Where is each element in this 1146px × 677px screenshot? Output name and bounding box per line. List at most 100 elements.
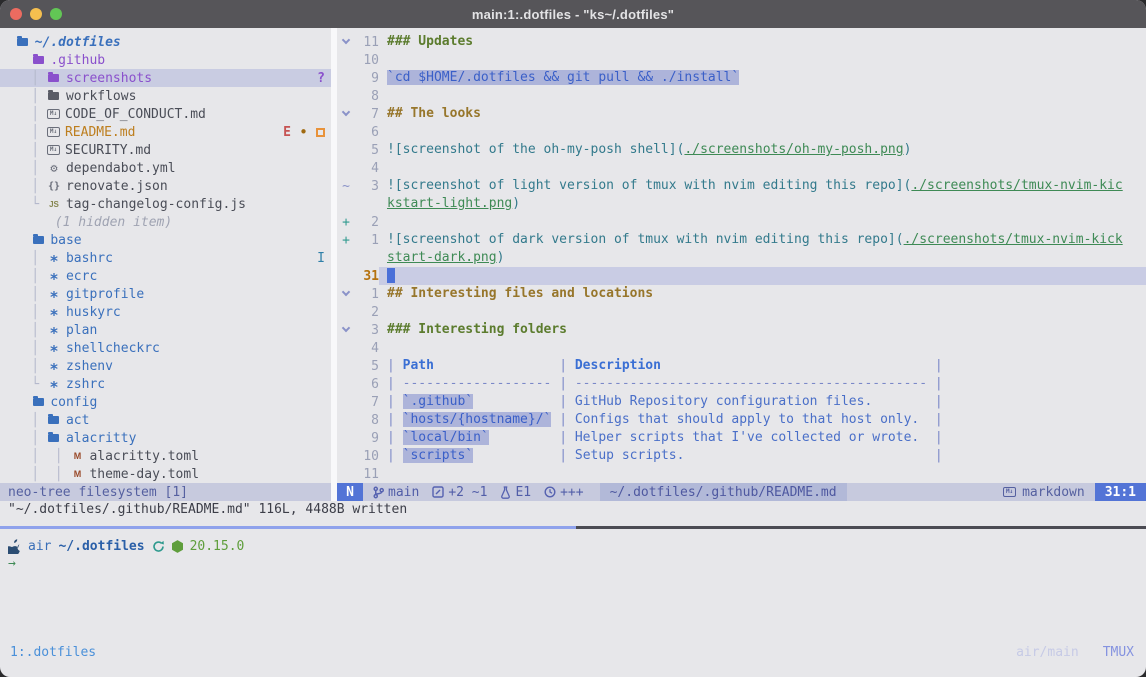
editor-line[interactable]: 3### Interesting folders: [337, 321, 1146, 339]
syntax-pipe: |: [551, 430, 574, 445]
file-edit-icon: [432, 486, 444, 498]
editor-line[interactable]: 11### Updates: [337, 33, 1146, 51]
tree-item-security-md[interactable]: │ SECURITY.md: [0, 141, 331, 159]
editor-line[interactable]: 5| Path | Description |: [337, 357, 1146, 375]
tree-item-tag-changelog-config-js[interactable]: └ tag-changelog-config.js: [0, 195, 331, 213]
tree-item-renovate-json[interactable]: │ renovate.json: [0, 177, 331, 195]
editor-line[interactable]: 9`cd $HOME/.dotfiles && git pull && ./in…: [337, 69, 1146, 87]
editor-line[interactable]: 6| ------------------- | ---------------…: [337, 375, 1146, 393]
editor-line[interactable]: 1## Interesting files and locations: [337, 285, 1146, 303]
md-icon: [47, 109, 60, 119]
line-number: 8: [353, 413, 379, 428]
editor-line[interactable]: start-dark.png): [337, 249, 1146, 267]
syntax-tcode: `scripts`: [403, 448, 473, 463]
info-mark: I: [317, 251, 325, 266]
line-text: [379, 51, 1146, 69]
tree-item-alacritty-toml[interactable]: │ │ alacritty.toml: [0, 447, 331, 465]
fold-chevron-icon[interactable]: [342, 288, 350, 296]
tree-item-workflows[interactable]: │ workflows: [0, 87, 331, 105]
tree-item-marks: I: [317, 251, 325, 266]
shell-pane[interactable]: air ~/.dotfiles 20.15.0 →: [0, 529, 1146, 638]
fold-chevron-icon[interactable]: [342, 108, 350, 116]
tree-item-bashrc[interactable]: │ bashrcI: [0, 249, 331, 267]
star-icon: [47, 288, 61, 300]
tree-item-code-of-conduct-md[interactable]: │ CODE_OF_CONDUCT.md: [0, 105, 331, 123]
tree-item-alacritty[interactable]: │ alacritty: [0, 429, 331, 447]
tree-item-theme-day-toml[interactable]: │ │ theme-day.toml: [0, 465, 331, 483]
gutter-cell: [337, 329, 353, 331]
tree-item-label: README.md: [65, 125, 135, 140]
editor-line[interactable]: ~3![screenshot of light version of tmux …: [337, 177, 1146, 195]
tree-item-act[interactable]: │ act: [0, 411, 331, 429]
editor-line[interactable]: 8: [337, 87, 1146, 105]
editor-line[interactable]: +1![screenshot of dark version of tmux w…: [337, 231, 1146, 249]
editor-line[interactable]: 2: [337, 303, 1146, 321]
star-icon: [47, 360, 61, 372]
editor-line[interactable]: +2: [337, 213, 1146, 231]
tree-guides: │: [0, 323, 47, 338]
tree-item-base[interactable]: base: [0, 231, 331, 249]
editor-line[interactable]: 10: [337, 51, 1146, 69]
editor-line[interactable]: 7## The looks: [337, 105, 1146, 123]
tree-item--1-hidden-item-[interactable]: (1 hidden item): [0, 213, 331, 231]
tree-item-zshenv[interactable]: │ zshenv: [0, 357, 331, 375]
tree-item-label: ~/.dotfiles: [35, 35, 121, 50]
editor-line[interactable]: 5![screenshot of the oh-my-posh shell](.…: [337, 141, 1146, 159]
star-icon: [47, 270, 61, 282]
tree-item-screenshots[interactable]: │ screenshots?: [0, 69, 331, 87]
tree-item-dependabot-yml[interactable]: │ dependabot.yml: [0, 159, 331, 177]
tree-guides: │: [0, 431, 47, 446]
editor-line[interactable]: 4: [337, 339, 1146, 357]
tree-item-label: (1 hidden item): [55, 215, 172, 230]
query-mark: ?: [317, 71, 325, 86]
line-text: ### Updates: [379, 33, 1146, 51]
editor-line[interactable]: 6: [337, 123, 1146, 141]
node-version: 20.15.0: [190, 539, 245, 554]
line-number: 3: [353, 179, 379, 194]
syntax-cell: GitHub Repository configuration files.: [575, 394, 872, 409]
tree-guides: [0, 215, 55, 230]
editor-line[interactable]: 9| `local/bin` | Helper scripts that I'v…: [337, 429, 1146, 447]
line-text: | Path | Description |: [379, 357, 1146, 375]
editor-line[interactable]: 11: [337, 465, 1146, 483]
tree-item-ecrc[interactable]: │ ecrc: [0, 267, 331, 285]
editor-line[interactable]: 7| `.github` | GitHub Repository configu…: [337, 393, 1146, 411]
fold-chevron-icon[interactable]: [342, 36, 350, 44]
syntax-th: Description: [575, 358, 661, 373]
editor-buffer: 11### Updates109`cd $HOME/.dotfiles && g…: [337, 28, 1146, 483]
tree-item-marks: E•: [283, 125, 325, 140]
tree-item-gitprofile[interactable]: │ gitprofile: [0, 285, 331, 303]
tree-item--dotfiles[interactable]: ~/.dotfiles: [0, 33, 331, 51]
line-text: `cd $HOME/.dotfiles && git pull && ./ins…: [379, 69, 1146, 87]
git-branch-name: main: [388, 485, 419, 500]
tree-item-label: theme-day.toml: [89, 467, 199, 482]
refresh-icon: [152, 540, 165, 553]
syntax-pipe: |: [387, 448, 403, 463]
folder-icon: [47, 414, 61, 426]
tmux-pane-top: ~/.dotfiles .github │ screenshots? │ wor…: [0, 28, 1146, 483]
tree-item-huskyrc[interactable]: │ huskyrc: [0, 303, 331, 321]
tree-guides: │: [0, 161, 47, 176]
neo-tree-panel: ~/.dotfiles .github │ screenshots? │ wor…: [0, 28, 331, 483]
editor-line[interactable]: 4: [337, 159, 1146, 177]
tree-item-zshrc[interactable]: └ zshrc: [0, 375, 331, 393]
tmux-window-name[interactable]: 1:.dotfiles: [10, 645, 96, 660]
tree-guides: [0, 35, 16, 50]
tree-item-label: zshenv: [66, 359, 113, 374]
editor-line[interactable]: 31: [337, 267, 1146, 285]
editor-line[interactable]: kstart-light.png): [337, 195, 1146, 213]
line-text: ![screenshot of dark version of tmux wit…: [379, 231, 1146, 249]
tree-item--github[interactable]: .github: [0, 51, 331, 69]
git-sign: +: [342, 215, 350, 230]
syntax-sp: [919, 430, 927, 445]
tree-item-plan[interactable]: │ plan: [0, 321, 331, 339]
tree-item-readme-md[interactable]: │ README.mdE•: [0, 123, 331, 141]
tree-item-config[interactable]: config: [0, 393, 331, 411]
tree-item-shellcheckrc[interactable]: │ shellcheckrc: [0, 339, 331, 357]
fold-chevron-icon[interactable]: [342, 324, 350, 332]
tree-guides: [0, 395, 31, 410]
line-number: 3: [353, 323, 379, 338]
editor-line[interactable]: 10| `scripts` | Setup scripts. |: [337, 447, 1146, 465]
syntax-sp: [661, 358, 927, 373]
editor-line[interactable]: 8| `hosts/{hostname}/` | Configs that sh…: [337, 411, 1146, 429]
